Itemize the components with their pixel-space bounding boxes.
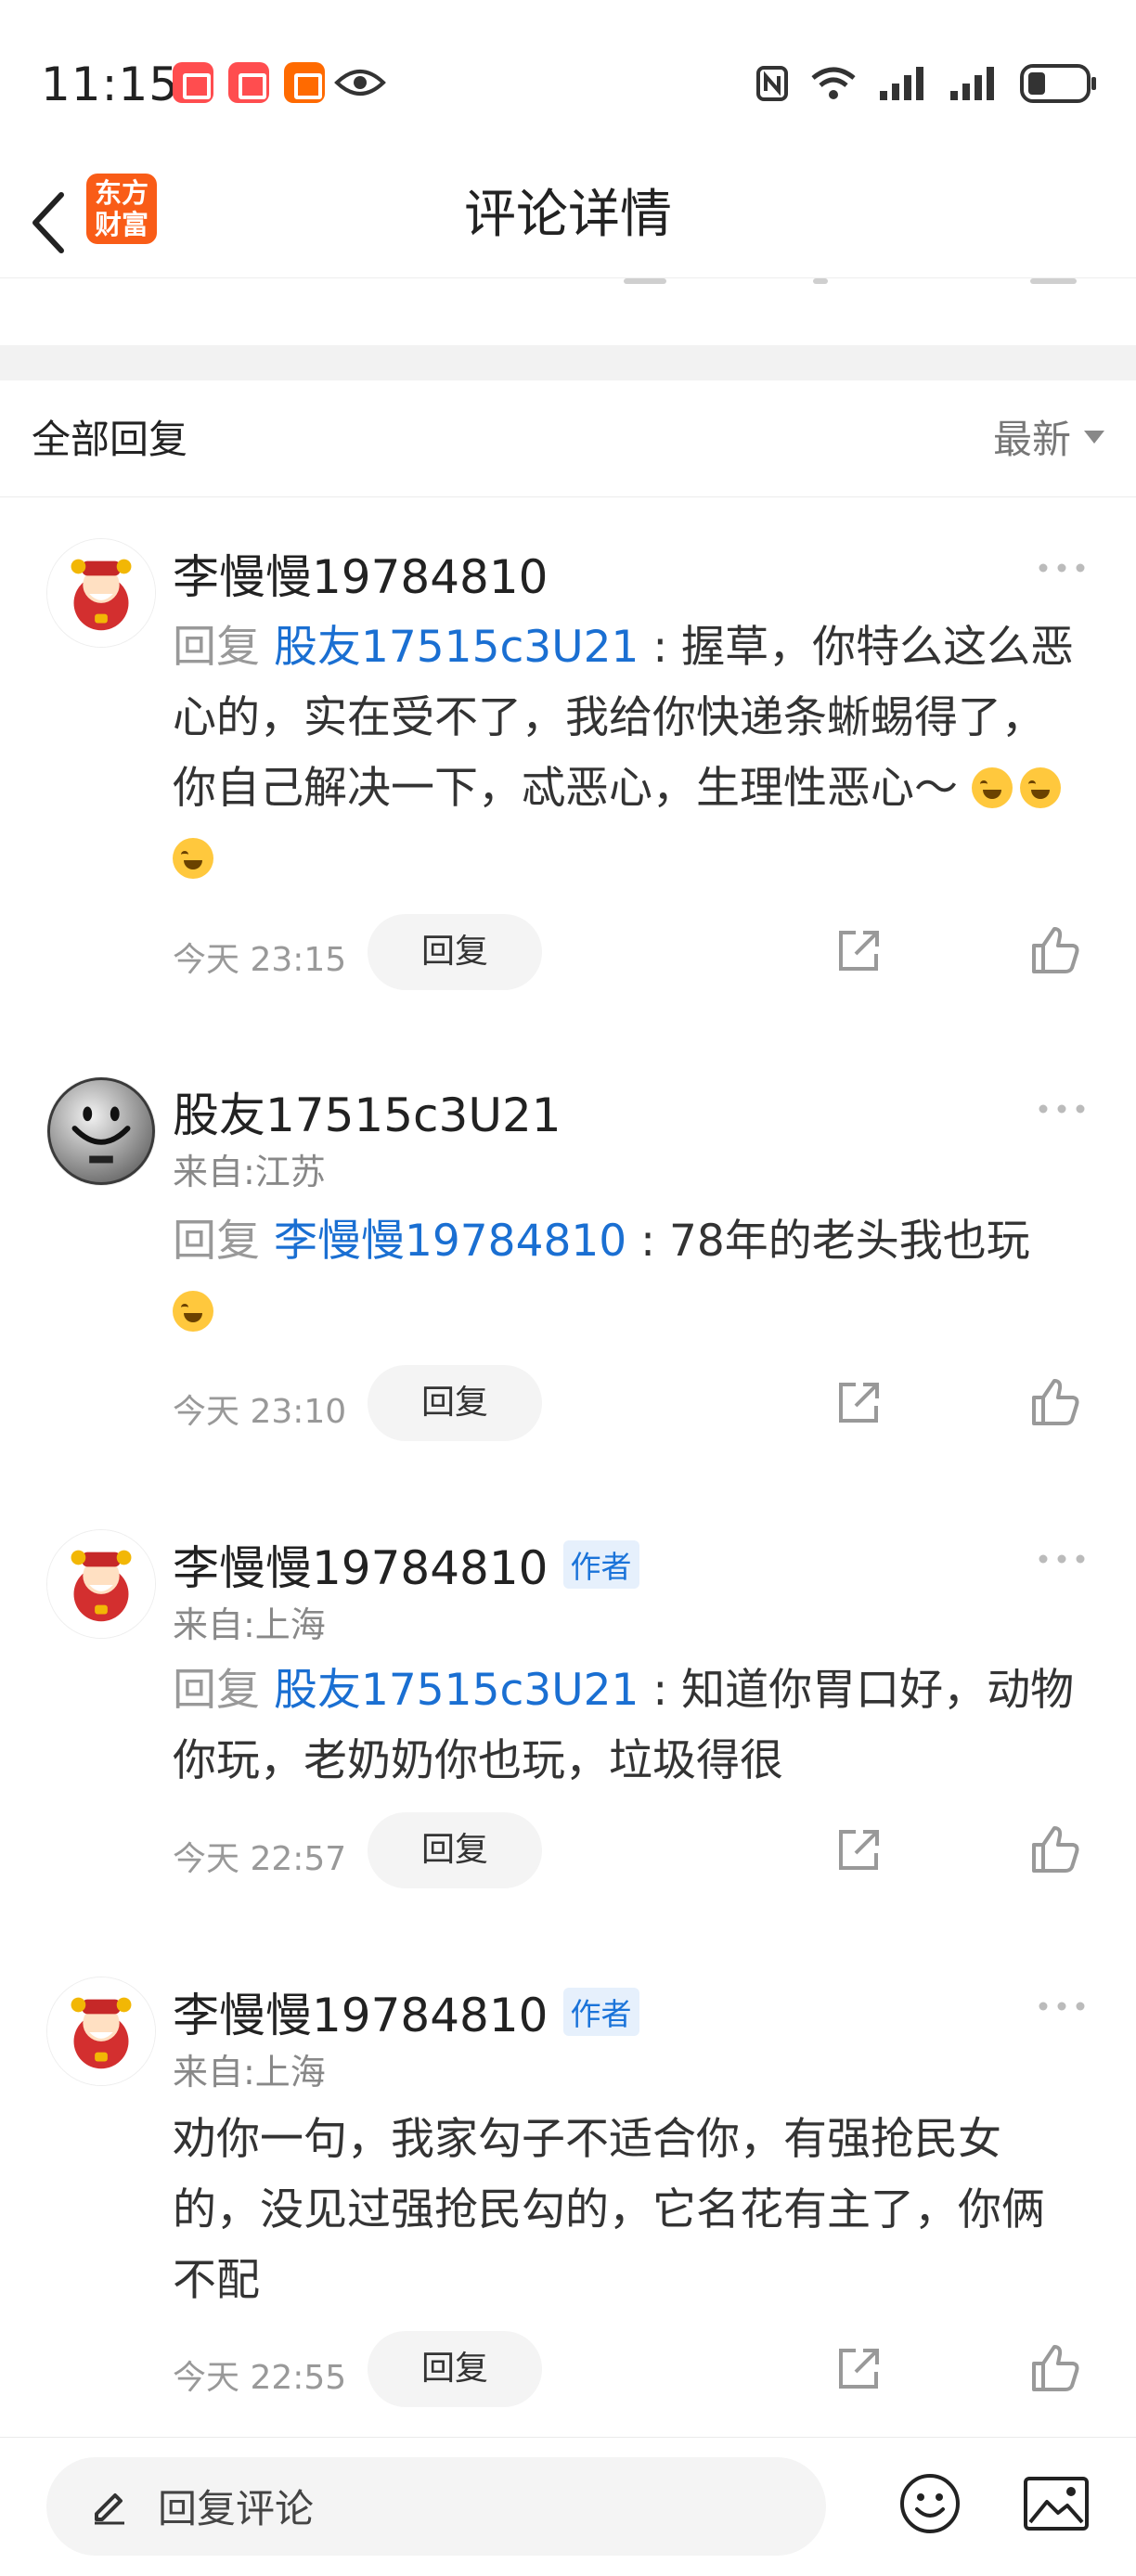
wifi-icon xyxy=(811,67,856,99)
mention-link[interactable]: 李慢慢19784810 xyxy=(274,1216,626,1267)
reply-button[interactable]: 回复 xyxy=(368,1812,542,1888)
colon: : xyxy=(652,622,668,673)
nfc-icon xyxy=(756,66,788,101)
reply-button[interactable]: 回复 xyxy=(368,914,542,990)
thumbs-up-icon[interactable] xyxy=(1030,1377,1080,1427)
colon: : xyxy=(652,1665,668,1716)
sort-dropdown[interactable]: 最新 xyxy=(993,408,1104,465)
reply-input-placeholder: 回复评论 xyxy=(158,2486,315,2531)
more-options-icon[interactable] xyxy=(1036,1100,1088,1118)
comment-time: 今天 23:15 xyxy=(173,941,347,979)
comment-text: 劝你一句，我家勾子不适合你，有强抢民女的，没见过强抢民勾的，它名花有主了，你俩不… xyxy=(173,2114,1045,2306)
mention-link[interactable]: 股友17515c3U21 xyxy=(274,1665,639,1716)
avatar[interactable] xyxy=(46,1529,156,1639)
thumbs-up-icon[interactable] xyxy=(1030,1824,1080,1874)
avatar[interactable] xyxy=(46,1977,156,2086)
more-options-icon[interactable] xyxy=(1036,1997,1088,2016)
book-app-icon xyxy=(228,62,269,103)
section-title: 全部回复 xyxy=(32,417,188,462)
giggle-emoji-icon xyxy=(173,1291,213,1332)
sort-label: 最新 xyxy=(992,417,1071,462)
comment-body: 回复 股友17515c3U21 : 握草，你特么这么恶心的，实在受不了，我给你快… xyxy=(173,612,1087,895)
user-name-text: 李慢慢19784810 xyxy=(173,1541,549,1595)
comment-body: 回复 李慢慢19784810 : 78年的老头我也玩 xyxy=(173,1206,1087,1347)
location-label: 来自:上海 xyxy=(173,2052,326,2093)
section-divider xyxy=(0,345,1136,380)
reply-prefix: 回复 xyxy=(173,1216,260,1267)
image-icon[interactable] xyxy=(1023,2476,1090,2531)
reply-button[interactable]: 回复 xyxy=(368,2331,542,2407)
thumbs-up-icon[interactable] xyxy=(1030,925,1080,975)
location-label: 来自:上海 xyxy=(173,1604,326,1645)
colon: : xyxy=(640,1216,655,1267)
avatar[interactable] xyxy=(46,538,156,648)
user-name[interactable]: 李慢慢19784810 作者 xyxy=(173,1531,639,1598)
user-name[interactable]: 股友17515c3U21 xyxy=(173,1078,562,1145)
caret-down-icon xyxy=(1084,430,1104,444)
signal-icon xyxy=(950,67,994,100)
status-bar: 11:15 xyxy=(0,0,1136,167)
author-badge: 作者 xyxy=(562,1988,639,2036)
comment-time: 今天 22:55 xyxy=(173,2359,347,2397)
book-app-icon xyxy=(173,62,213,103)
status-time: 11:15 xyxy=(41,58,180,111)
user-name[interactable]: 李慢慢19784810 作者 xyxy=(173,1978,639,2045)
comment-text: 78年的老头我也玩 xyxy=(668,1216,1030,1267)
share-icon[interactable] xyxy=(835,1827,882,1874)
news-app-icon xyxy=(284,62,325,103)
emoji-icon[interactable] xyxy=(898,2472,962,2535)
more-options-icon[interactable] xyxy=(1036,559,1088,577)
comment-time: 今天 23:10 xyxy=(173,1393,347,1431)
more-options-icon[interactable] xyxy=(1036,1550,1088,1568)
reply-button[interactable]: 回复 xyxy=(368,1365,542,1441)
avatar[interactable] xyxy=(46,1076,156,1186)
author-badge: 作者 xyxy=(562,1540,639,1589)
battery-icon xyxy=(1020,64,1096,103)
status-indicators xyxy=(755,59,1099,108)
user-name-text: 李慢慢19784810 xyxy=(173,1989,549,2042)
location-label: 来自:江苏 xyxy=(173,1152,326,1192)
user-name[interactable]: 李慢慢19784810 xyxy=(173,540,549,607)
thumbs-up-icon[interactable] xyxy=(1030,2343,1080,2393)
pencil-icon xyxy=(95,2493,124,2525)
page-title: 评论详情 xyxy=(464,185,672,245)
reply-prefix: 回复 xyxy=(173,1665,260,1716)
mention-link[interactable]: 股友17515c3U21 xyxy=(274,622,639,673)
share-icon[interactable] xyxy=(835,928,882,974)
comment-body: 回复 股友17515c3U21 : 知道你胃口好，动物你玩，老奶奶你也玩，垃圾得… xyxy=(173,1655,1087,1797)
comment-time: 今天 22:57 xyxy=(173,1840,347,1878)
signal-icon xyxy=(880,67,923,100)
laughing-crying-emoji-icon xyxy=(173,838,213,879)
previous-content-edge xyxy=(0,278,1136,343)
laughing-crying-emoji-icon xyxy=(971,767,1013,808)
share-icon[interactable] xyxy=(835,2346,882,2392)
reply-prefix: 回复 xyxy=(173,622,260,673)
laughing-crying-emoji-icon xyxy=(1019,767,1061,808)
comment-body: 劝你一句，我家勾子不适合你，有强抢民女的，没见过强抢民勾的，它名花有主了，你俩不… xyxy=(173,2105,1087,2316)
share-icon[interactable] xyxy=(835,1380,882,1426)
eye-icon xyxy=(334,70,386,96)
